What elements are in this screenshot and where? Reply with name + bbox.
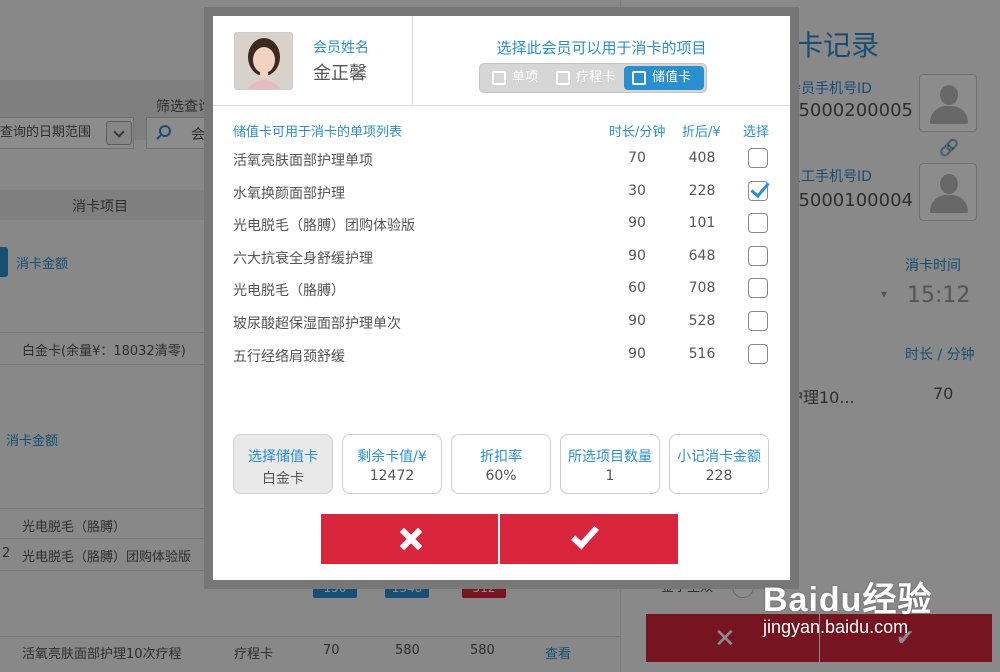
subtotal-amount-card: 小记消卡金额 228	[669, 434, 769, 494]
list-item[interactable]: 玻尿酸超保湿面部护理单次 90 528	[233, 305, 773, 338]
remaining-balance-card: 剩余卡值/¥ 12472	[342, 434, 442, 494]
member-name: 金正馨	[313, 63, 367, 84]
document-icon	[492, 71, 506, 85]
project-select-title: 选择此会员可以用于消卡的项目	[496, 39, 707, 57]
list-item[interactable]: 光电脱毛（胳膊） 60 708	[233, 272, 773, 305]
cancel-button[interactable]	[321, 514, 498, 564]
list-item[interactable]: 活氧亮肤面部护理单项 70 408	[233, 142, 773, 175]
item-checkbox[interactable]	[748, 180, 768, 201]
card-icon	[632, 71, 646, 85]
item-checkbox[interactable]	[748, 245, 768, 266]
list-item[interactable]: 六大抗衰全身舒缓护理 90 648	[233, 240, 773, 273]
item-checkbox[interactable]	[748, 213, 768, 234]
item-list-header: 储值卡可用于消卡的单项列表 时长/分钟 折后/¥ 选择	[233, 125, 770, 140]
item-checkbox[interactable]	[748, 310, 768, 331]
discount-rate-card: 折扣率 60%	[451, 434, 551, 494]
confirm-button[interactable]	[500, 514, 678, 564]
member-name-label: 会员姓名	[313, 40, 369, 56]
tab-stored-value-card[interactable]: 储值卡	[624, 66, 704, 90]
item-checkbox[interactable]	[748, 148, 768, 168]
list-item[interactable]: 光电脱毛（胳膊）团购体验版 90 101	[233, 207, 773, 240]
dialog-header: 会员姓名 金正馨 选择此会员可以用于消卡的项目 单项 疗程卡 储值卡	[213, 16, 790, 106]
list-item[interactable]: 水氧换颜面部护理 30 228	[233, 175, 773, 208]
check-icon	[571, 520, 599, 550]
selected-count-card: 所选项目数量 1	[560, 434, 660, 494]
project-select-dialog: 会员姓名 金正馨 选择此会员可以用于消卡的项目 单项 疗程卡 储值卡 储值卡可用…	[213, 16, 790, 580]
project-select-dialog-frame: 会员姓名 金正馨 选择此会员可以用于消卡的项目 单项 疗程卡 储值卡 储值卡可用…	[204, 7, 799, 589]
summary-cards: 选择储值卡 白金卡 剩余卡值/¥ 12472 折扣率 60% 所选项目数量 1 …	[233, 434, 773, 494]
project-type-tabs: 单项 疗程卡 储值卡	[479, 63, 707, 93]
item-checkbox[interactable]	[748, 278, 768, 299]
select-stored-card-button[interactable]: 选择储值卡 白金卡	[233, 434, 333, 494]
item-list: 活氧亮肤面部护理单项 70 408 水氧换颜面部护理 30 228 光电脱毛（胳膊）团购…	[233, 142, 773, 370]
item-checkbox[interactable]	[748, 343, 768, 364]
tab-single-item[interactable]: 单项	[484, 66, 546, 90]
member-photo	[234, 32, 293, 90]
tab-course-card[interactable]: 疗程卡	[548, 66, 622, 90]
list-item[interactable]: 五行经络肩颈舒缓 90 516	[233, 338, 773, 371]
baidu-watermark: Baidu经验 jingyan.baidu.com	[763, 581, 933, 637]
card-icon	[556, 71, 570, 85]
